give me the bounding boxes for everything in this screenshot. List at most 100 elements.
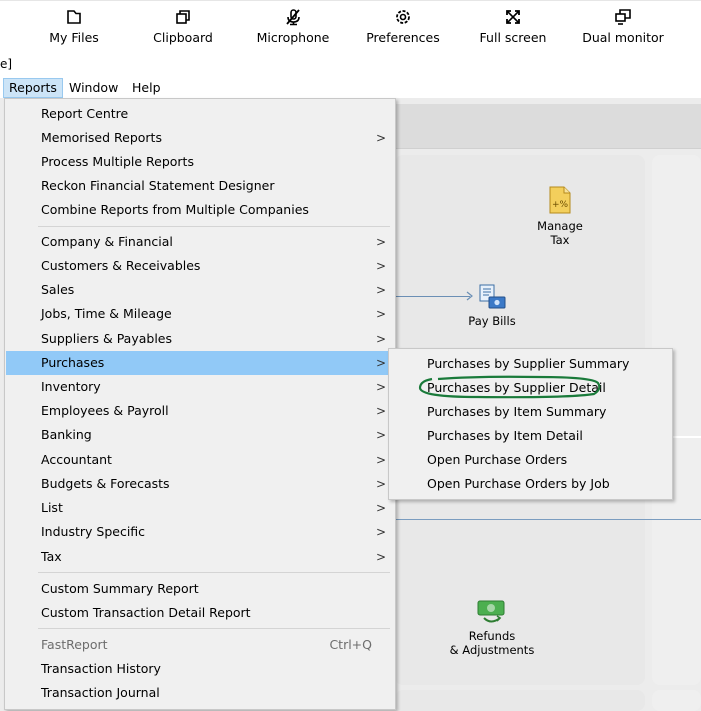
submenu-item-purchases-by-item-detail[interactable]: Purchases by Item Detail bbox=[390, 424, 671, 448]
annotation-circle bbox=[418, 375, 601, 399]
submenu-item-label: Purchases by Supplier Summary bbox=[427, 356, 630, 371]
chevron-right-icon: > bbox=[376, 550, 387, 564]
gear-icon bbox=[396, 10, 410, 24]
menu-separator bbox=[38, 226, 390, 227]
chevron-right-icon: > bbox=[376, 259, 387, 273]
my-files-button[interactable]: My Files bbox=[46, 8, 102, 52]
menu-item-label: Transaction History bbox=[41, 661, 161, 676]
chevron-right-icon: > bbox=[376, 525, 387, 539]
menu-item-banking[interactable]: Banking > bbox=[6, 423, 394, 447]
menu-item-fastreport: FastReport Ctrl+Q bbox=[6, 633, 394, 657]
menu-item-label: FastReport bbox=[41, 637, 108, 652]
menu-item-label: Banking bbox=[41, 427, 92, 442]
menu-item-industry-specific[interactable]: Industry Specific > bbox=[6, 520, 394, 544]
menu-item-list[interactable]: List > bbox=[6, 496, 394, 520]
chevron-right-icon: > bbox=[376, 453, 387, 467]
menu-item-label: Combine Reports from Multiple Companies bbox=[41, 202, 309, 217]
manage-tax-icon[interactable]: +% bbox=[548, 186, 572, 214]
menu-item-process-multiple-reports[interactable]: Process Multiple Reports bbox=[6, 150, 394, 174]
chevron-right-icon: > bbox=[376, 332, 387, 346]
microphone-muted-icon bbox=[286, 9, 300, 26]
menu-item-report-centre[interactable]: Report Centre bbox=[6, 102, 394, 126]
reports-dropdown-menu: Report Centre Memorised Reports > Process… bbox=[4, 98, 396, 710]
dual-monitor-button[interactable]: Dual monitor bbox=[582, 8, 664, 52]
chevron-right-icon: > bbox=[376, 283, 387, 297]
menu-item-accountant[interactable]: Accountant > bbox=[6, 448, 394, 472]
menu-item-budgets-forecasts[interactable]: Budgets & Forecasts > bbox=[6, 472, 394, 496]
menu-item-company-financial[interactable]: Company & Financial > bbox=[6, 230, 394, 254]
menu-item-label: Report Centre bbox=[41, 106, 129, 121]
submenu-item-open-purchase-orders[interactable]: Open Purchase Orders bbox=[390, 448, 671, 472]
submenu-item-label: Open Purchase Orders bbox=[427, 452, 568, 467]
full-screen-button[interactable]: Full screen bbox=[478, 8, 548, 52]
menu-item-purchases[interactable]: Purchases > bbox=[6, 351, 394, 375]
menu-item-label: Industry Specific bbox=[41, 524, 146, 539]
menu-item-combine-reports[interactable]: Combine Reports from Multiple Companies bbox=[6, 198, 394, 222]
menu-item-label: Suppliers & Payables bbox=[41, 331, 173, 346]
menu-item-label: Customers & Receivables bbox=[41, 258, 201, 273]
menu-bar: Reports Window Help bbox=[0, 78, 701, 98]
menu-item-financial-statement-designer[interactable]: Reckon Financial Statement Designer bbox=[6, 174, 394, 198]
menu-item-transaction-journal[interactable]: Transaction Journal bbox=[6, 681, 394, 705]
menu-item-label: Jobs, Time & Mileage bbox=[41, 306, 172, 321]
submenu-item-purchases-by-supplier-summary[interactable]: Purchases by Supplier Summary bbox=[390, 352, 671, 376]
menu-item-label: Purchases bbox=[41, 355, 105, 370]
svg-text:+%: +% bbox=[552, 200, 569, 210]
manage-tax-label[interactable]: Manage Tax bbox=[520, 219, 600, 247]
menu-item-transaction-history[interactable]: Transaction History bbox=[6, 657, 394, 681]
pay-bills-icon[interactable] bbox=[477, 281, 507, 311]
menu-item-label: Employees & Payroll bbox=[41, 403, 169, 418]
chevron-right-icon: > bbox=[376, 356, 387, 370]
menu-item-employees-payroll[interactable]: Employees & Payroll > bbox=[6, 399, 394, 423]
menu-item-inventory[interactable]: Inventory > bbox=[6, 375, 394, 399]
chevron-right-icon: > bbox=[376, 131, 387, 145]
menu-reports[interactable]: Reports bbox=[3, 78, 63, 98]
menu-item-label: Custom Summary Report bbox=[41, 581, 199, 596]
clipboard-button[interactable]: Clipboard bbox=[150, 8, 216, 52]
microphone-button[interactable]: Microphone bbox=[256, 8, 330, 52]
menu-item-sales[interactable]: Sales > bbox=[6, 278, 394, 302]
flow-connector bbox=[394, 296, 470, 297]
chevron-right-icon: > bbox=[376, 501, 387, 515]
menu-item-label: Custom Transaction Detail Report bbox=[41, 605, 251, 620]
folder-icon bbox=[67, 10, 81, 24]
full-screen-label: Full screen bbox=[479, 30, 547, 45]
my-files-label: My Files bbox=[49, 30, 99, 45]
menu-separator bbox=[38, 628, 390, 629]
menu-item-suppliers-payables[interactable]: Suppliers & Payables > bbox=[6, 327, 394, 351]
menu-window[interactable]: Window bbox=[64, 78, 123, 97]
menu-item-label: Budgets & Forecasts bbox=[41, 476, 170, 491]
dual-monitor-label: Dual monitor bbox=[582, 30, 664, 45]
remote-desktop-toolbar: My Files Clipboard Microphone Preference… bbox=[0, 0, 701, 57]
submenu-item-open-purchase-orders-by-job[interactable]: Open Purchase Orders by Job bbox=[390, 472, 671, 496]
menu-item-label: List bbox=[41, 500, 63, 515]
menu-item-label: Inventory bbox=[41, 379, 101, 394]
clipboard-icon bbox=[176, 10, 190, 24]
menu-item-label: Memorised Reports bbox=[41, 130, 162, 145]
refunds-label[interactable]: Refunds & Adjustments bbox=[442, 629, 542, 657]
submenu-item-label: Purchases by Item Summary bbox=[427, 404, 607, 419]
flow-arrow-icon bbox=[466, 291, 473, 301]
menu-item-customers-receivables[interactable]: Customers & Receivables > bbox=[6, 254, 394, 278]
menu-item-label: Reckon Financial Statement Designer bbox=[41, 178, 275, 193]
pay-bills-label[interactable]: Pay Bills bbox=[452, 314, 532, 328]
section-divider bbox=[395, 519, 701, 520]
menu-item-memorised-reports[interactable]: Memorised Reports > bbox=[6, 126, 394, 150]
menu-help[interactable]: Help bbox=[127, 78, 166, 97]
submenu-item-purchases-by-item-summary[interactable]: Purchases by Item Summary bbox=[390, 400, 671, 424]
refunds-icon[interactable] bbox=[476, 598, 508, 626]
lower-side-panel bbox=[652, 690, 701, 711]
menu-item-tax[interactable]: Tax > bbox=[6, 545, 394, 569]
menu-item-label: Sales bbox=[41, 282, 75, 297]
home-header-band bbox=[395, 104, 701, 149]
chevron-right-icon: > bbox=[376, 477, 387, 491]
menu-item-custom-transaction-detail-report[interactable]: Custom Transaction Detail Report bbox=[6, 601, 394, 625]
menu-item-label: Accountant bbox=[41, 452, 112, 467]
chevron-right-icon: > bbox=[376, 380, 387, 394]
preferences-button[interactable]: Preferences bbox=[364, 8, 442, 52]
menu-item-label: Transaction Journal bbox=[41, 685, 160, 700]
menu-item-custom-summary-report[interactable]: Custom Summary Report bbox=[6, 577, 394, 601]
clipboard-label: Clipboard bbox=[153, 30, 213, 45]
menu-item-label: Tax bbox=[41, 549, 62, 564]
menu-item-jobs-time-mileage[interactable]: Jobs, Time & Mileage > bbox=[6, 302, 394, 326]
